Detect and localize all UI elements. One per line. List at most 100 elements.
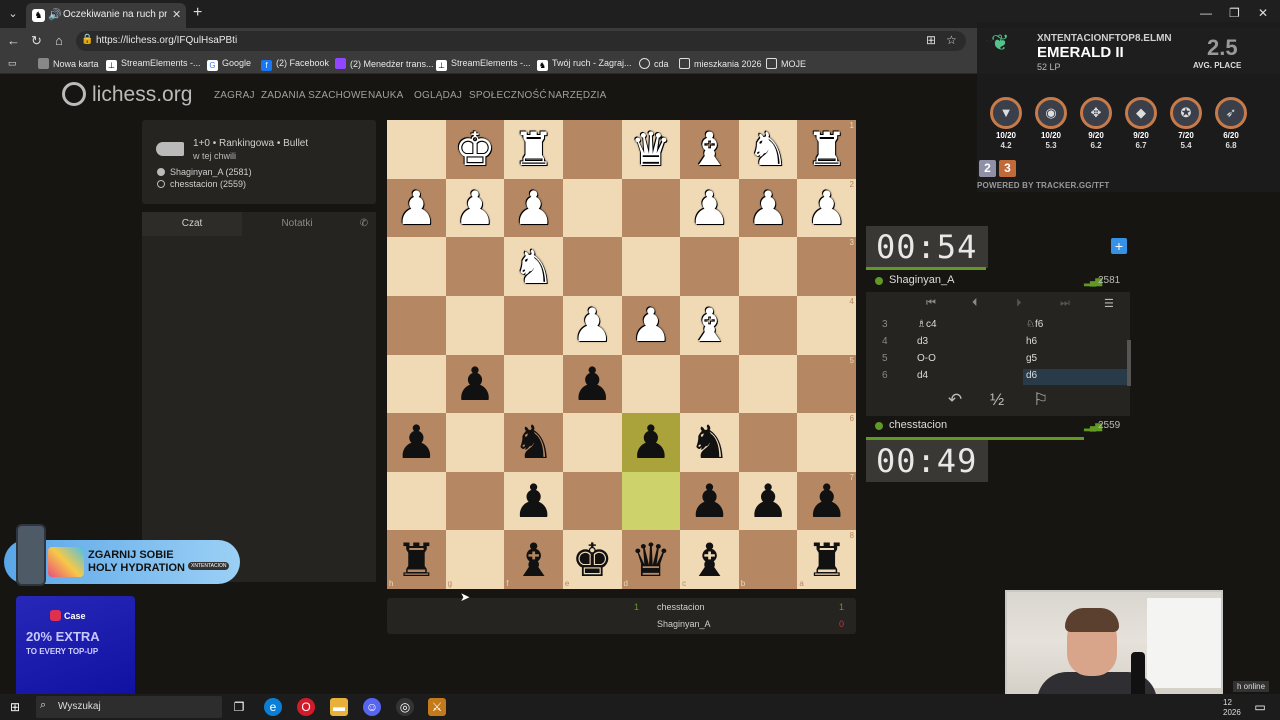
black-bishop-icon[interactable]: ♝	[513, 537, 554, 583]
prev-move-icon[interactable]: ⏴	[972, 297, 978, 310]
board-square[interactable]: ♚	[445, 120, 505, 179]
black-pawn-icon[interactable]: ♟	[572, 361, 613, 407]
menu-tools[interactable]: NARZĘDZIA	[548, 90, 606, 101]
board-square[interactable]: ♝ f	[504, 530, 563, 589]
board-square[interactable]	[738, 413, 798, 472]
opera-icon[interactable]: O	[297, 698, 315, 716]
windows-start-icon[interactable]: ⊞	[6, 698, 24, 716]
tab-list-chevron-icon[interactable]: ⌄	[4, 5, 22, 23]
black-bishop-icon[interactable]: ♝	[689, 537, 730, 583]
offer-draw-icon[interactable]: ½	[990, 390, 1004, 410]
white-pawn-icon[interactable]: ♟	[630, 302, 671, 348]
bookmark-item[interactable]: f (2) Facebook	[261, 58, 329, 71]
board-square[interactable]: ♜ h	[387, 530, 446, 589]
black-rook-icon[interactable]: ♜	[806, 537, 847, 583]
board-square[interactable]	[738, 354, 798, 414]
board-square[interactable]	[445, 237, 505, 296]
tab-chat[interactable]: Czat	[142, 212, 242, 236]
white-pawn-icon[interactable]: ♟	[396, 185, 437, 231]
black-king-icon[interactable]: ♚	[572, 537, 613, 583]
board-square[interactable]: ♟	[680, 178, 739, 238]
menu-learn[interactable]: NAUKA	[368, 90, 403, 101]
white-king-icon[interactable]: ♚	[454, 126, 495, 172]
board-square[interactable]	[621, 471, 681, 531]
close-window-icon[interactable]: ✕	[1258, 6, 1268, 20]
bookmarks-menu-icon[interactable]: ▭	[8, 58, 17, 69]
white-player[interactable]: Shaginyan_A (2581)	[157, 167, 252, 177]
board-square[interactable]: ♟	[562, 354, 622, 414]
black-pawn-icon[interactable]: ♟	[806, 478, 847, 524]
board-square[interactable]	[680, 354, 739, 414]
board-square[interactable]: ♞	[504, 237, 563, 296]
board-square[interactable]	[445, 471, 505, 531]
board-square[interactable]: ♟	[387, 413, 446, 472]
last-move-icon[interactable]: ⏭	[1060, 297, 1070, 310]
board-square[interactable]: ♟	[621, 413, 681, 472]
white-pawn-icon[interactable]: ♟	[454, 185, 495, 231]
board-square[interactable]: ♟	[445, 354, 505, 414]
maximize-icon[interactable]: ❐	[1229, 6, 1240, 20]
obs-icon[interactable]: ◎	[396, 698, 414, 716]
board-square[interactable]	[387, 295, 446, 355]
bookmark-item[interactable]: ⊥ StreamElements -...	[436, 58, 531, 71]
board-square[interactable]: ♝	[680, 295, 739, 355]
white-rook-icon[interactable]: ♜	[806, 126, 847, 172]
board-square[interactable]	[621, 178, 681, 238]
board-square[interactable]: ♛ d	[621, 530, 681, 589]
board-square[interactable]: ♟	[504, 178, 563, 238]
move-black-current[interactable]: d6	[1023, 369, 1129, 385]
board-square[interactable]: ♛	[621, 120, 681, 179]
league-client-icon[interactable]: ⚔	[428, 698, 446, 716]
board-square[interactable]: b	[738, 530, 798, 589]
black-player[interactable]: chesstacion (2559)	[157, 179, 246, 189]
site-logo[interactable]: lichess.org	[62, 82, 192, 107]
close-tab-icon[interactable]: ✕	[172, 8, 181, 21]
board-square[interactable]: ♝	[680, 120, 739, 179]
board-square[interactable]: ♟	[738, 471, 798, 531]
board-square[interactable]: 5	[797, 354, 856, 414]
move-black[interactable]: g5	[1023, 352, 1129, 368]
white-rook-icon[interactable]: ♜	[513, 126, 554, 172]
url-field[interactable]: 🔒 https://lichess.org/IFQulHsaPBti ⊞ ☆	[76, 31, 966, 51]
board-square[interactable]: ♜ 1	[797, 120, 856, 179]
chess-board[interactable]: ♚ ♜ ♛ ♝ ♞ ♜ 1 ♟ ♟ ♟ ♟ ♟ ♟ 2 ♞ 3 ♟ ♟ ♝ 4 ♟ ♟ 5 ♟ ♞ ♟ ♞ 6 ♟ ♟ ♟ ♟ 7 ♜ h g ♝ f ♚ e…	[387, 120, 856, 589]
bookmark-item[interactable]: (2) Menedżer trans...	[335, 58, 434, 69]
board-square[interactable]	[562, 471, 622, 531]
white-pawn-icon[interactable]: ♟	[806, 185, 847, 231]
first-move-icon[interactable]: ⏮	[926, 297, 936, 310]
discord-icon[interactable]: ☺	[363, 698, 381, 716]
move-white[interactable]: O-O	[917, 353, 936, 364]
board-square[interactable]: ♟	[504, 471, 563, 531]
speaker-icon[interactable]: 🔊	[48, 8, 62, 21]
takeback-icon[interactable]: ↶	[948, 390, 962, 410]
board-square[interactable]: ♞	[738, 120, 798, 179]
minimize-icon[interactable]: —	[1200, 6, 1212, 20]
phone-icon[interactable]: ✆	[354, 212, 374, 236]
black-rook-icon[interactable]: ♜	[396, 537, 437, 583]
menu-puzzles[interactable]: ZADANIA SZACHOWE	[261, 90, 368, 101]
black-pawn-icon[interactable]: ♟	[454, 361, 495, 407]
board-square[interactable]	[738, 295, 798, 355]
move-white[interactable]: d4	[917, 370, 928, 381]
own-player-row[interactable]: chesstacion ▂▄▆ 2559	[866, 417, 1130, 437]
bookmark-item[interactable]: ⊥ StreamElements -...	[106, 58, 201, 71]
taskbar-search[interactable]: ⌕ Wyszukaj	[36, 696, 222, 718]
black-pawn-icon[interactable]: ♟	[513, 478, 554, 524]
bookmark-item[interactable]: G Google	[207, 58, 251, 71]
next-move-icon[interactable]: ⏵	[1016, 297, 1022, 310]
move-white[interactable]: d3	[917, 336, 928, 347]
board-square[interactable]	[621, 354, 681, 414]
file-explorer-icon[interactable]: ▬	[330, 698, 348, 716]
white-pawn-icon[interactable]: ♟	[572, 302, 613, 348]
board-square[interactable]: ♟	[387, 178, 446, 238]
tray-time[interactable]: 12	[1223, 698, 1232, 707]
new-tab-icon[interactable]: +	[193, 4, 202, 22]
board-square[interactable]: ♟	[445, 178, 505, 238]
board-square[interactable]	[562, 178, 622, 238]
black-pawn-icon[interactable]: ♟	[689, 478, 730, 524]
move-black[interactable]: ♘f6	[1023, 318, 1129, 334]
move-list-scrollbar[interactable]	[1127, 340, 1131, 386]
black-knight-icon[interactable]: ♞	[689, 419, 730, 465]
black-queen-icon[interactable]: ♛	[630, 537, 671, 583]
board-square[interactable]: 6	[797, 413, 856, 472]
